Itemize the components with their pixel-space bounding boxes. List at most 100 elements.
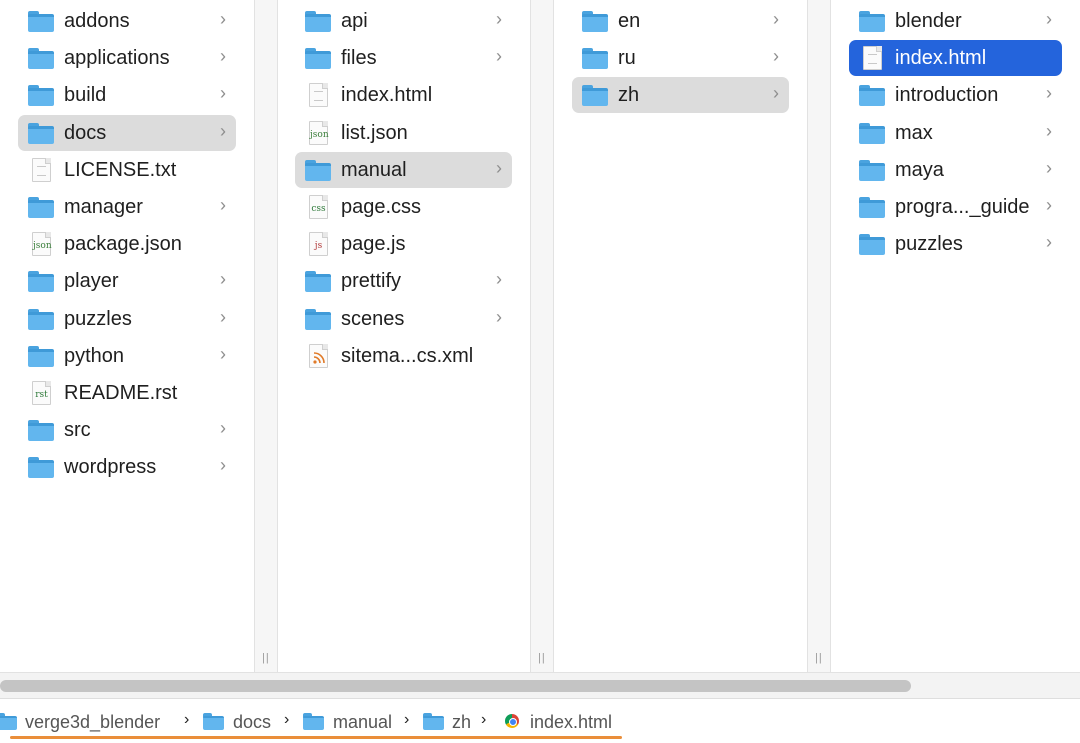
folder-icon <box>28 121 54 145</box>
folder-item[interactable]: en › <box>572 3 789 39</box>
item-label: addons <box>64 10 130 32</box>
item-label: files <box>341 47 377 70</box>
chevron-right-icon: › <box>220 83 226 104</box>
text-file-icon <box>28 157 54 182</box>
column-root: addons › applications › build › docs › LICENSE.t… <box>0 0 254 672</box>
item-label: introduction <box>895 84 999 107</box>
folder-item[interactable]: zh › <box>572 77 789 114</box>
item-label: index.html <box>341 84 433 107</box>
folder-item[interactable]: ru › <box>572 40 789 76</box>
file-item[interactable]: js page.js <box>295 226 512 262</box>
folder-item[interactable]: applications › <box>18 40 236 76</box>
folder-item[interactable]: max › <box>849 115 1062 151</box>
folder-item[interactable]: scenes › <box>295 301 512 337</box>
folder-item[interactable]: manager › <box>18 189 236 225</box>
file-type-tag: rst <box>35 390 48 400</box>
folder-icon <box>582 83 608 107</box>
file-item[interactable]: json package.json <box>18 226 236 262</box>
item-label: max <box>895 121 933 144</box>
json-file-icon: json <box>305 120 331 145</box>
folder-icon <box>0 713 17 730</box>
file-item[interactable]: LICENSE.txt <box>18 152 236 188</box>
item-label: player <box>64 270 119 293</box>
resize-grip-icon[interactable]: || <box>262 652 270 664</box>
path-bar: verge3d_blender › docs › manual › zh › i… <box>0 698 1080 743</box>
folder-icon <box>28 418 54 442</box>
column-divider[interactable]: || <box>807 0 831 672</box>
folder-item[interactable]: api › <box>295 3 512 39</box>
item-label: README.rst <box>64 382 178 404</box>
rss-file-icon <box>305 343 331 368</box>
item-label: puzzles <box>64 307 132 330</box>
resize-grip-icon[interactable]: || <box>815 652 823 664</box>
folder-item[interactable]: blender › <box>849 3 1062 39</box>
file-item[interactable]: index.html <box>295 77 512 113</box>
column-divider[interactable]: || <box>530 0 554 672</box>
column-docs: api › files › index.html json list.json manual ›… <box>277 0 530 672</box>
item-label: ru <box>618 47 636 70</box>
folder-item[interactable]: puzzles › <box>849 226 1062 262</box>
chevron-right-icon: › <box>496 9 502 29</box>
folder-icon <box>28 455 54 479</box>
column-divider[interactable]: || <box>254 0 278 672</box>
crumb-label: manual <box>333 712 393 732</box>
chevron-right-icon: › <box>1046 9 1052 29</box>
folder-item[interactable]: build › <box>18 77 236 113</box>
item-label: blender <box>895 10 962 32</box>
chevron-right-icon: › <box>220 9 226 29</box>
item-label: docs <box>64 121 107 144</box>
folder-icon <box>28 307 54 331</box>
folder-item[interactable]: wordpress › <box>18 449 236 485</box>
folder-icon <box>305 269 331 293</box>
html-file-icon <box>305 83 331 108</box>
folder-item[interactable]: maya › <box>849 152 1062 188</box>
folder-item[interactable]: src › <box>18 412 236 448</box>
folder-item[interactable]: introduction › <box>849 77 1062 113</box>
chevron-right-icon: › <box>496 269 502 290</box>
item-label: src <box>64 419 91 442</box>
item-label: python <box>64 344 125 367</box>
scrollbar-thumb[interactable] <box>0 680 911 692</box>
chevron-right-icon: › <box>220 418 226 439</box>
file-item[interactable]: rst README.rst <box>18 375 236 411</box>
chevron-right-icon: › <box>773 83 779 104</box>
file-item[interactable]: sitema...cs.xml <box>295 338 512 374</box>
file-item[interactable]: index.html <box>849 40 1062 77</box>
folder-icon <box>28 46 54 70</box>
chevron-right-icon: › <box>220 46 226 67</box>
chevron-right-icon: › <box>1046 232 1052 253</box>
column-browser: addons › applications › build › docs › LICENSE.t… <box>0 0 1080 672</box>
chevron-right-icon: › <box>220 269 226 290</box>
folder-item[interactable]: files › <box>295 40 512 76</box>
column-manual: en › ru › zh › <box>554 0 807 672</box>
file-item[interactable]: json list.json <box>295 115 512 151</box>
item-label: page.css <box>341 196 422 218</box>
folder-icon <box>423 713 444 730</box>
item-label: package.json <box>64 233 182 256</box>
chevron-right-icon: › <box>220 455 226 476</box>
folder-item[interactable]: progra..._guide › <box>849 189 1062 225</box>
folder-icon <box>305 9 331 33</box>
folder-item[interactable]: prettify › <box>295 263 512 299</box>
folder-icon <box>859 83 885 107</box>
html-file-icon <box>859 46 885 71</box>
item-label: zh <box>618 84 640 107</box>
folder-item[interactable]: python › <box>18 338 236 374</box>
file-type-tag: css <box>311 204 326 214</box>
folder-icon <box>28 83 54 107</box>
chevron-right-icon: › <box>220 306 226 327</box>
folder-item[interactable]: player › <box>18 263 236 299</box>
file-item[interactable]: css page.css <box>295 189 512 225</box>
horizontal-scrollbar[interactable] <box>0 672 1080 698</box>
folder-item[interactable]: addons › <box>18 3 236 39</box>
item-label: page.js <box>341 233 406 256</box>
file-type-tag: json <box>310 129 329 140</box>
folder-item[interactable]: puzzles › <box>18 301 236 337</box>
item-label: build <box>64 84 107 107</box>
resize-grip-icon[interactable]: || <box>538 652 546 664</box>
folder-item[interactable]: docs › <box>18 114 236 151</box>
folder-item[interactable]: manual › <box>295 151 512 188</box>
chevron-right-icon: › <box>1046 195 1052 215</box>
item-label: maya <box>895 158 944 181</box>
chevron-right-icon: › <box>220 195 226 215</box>
